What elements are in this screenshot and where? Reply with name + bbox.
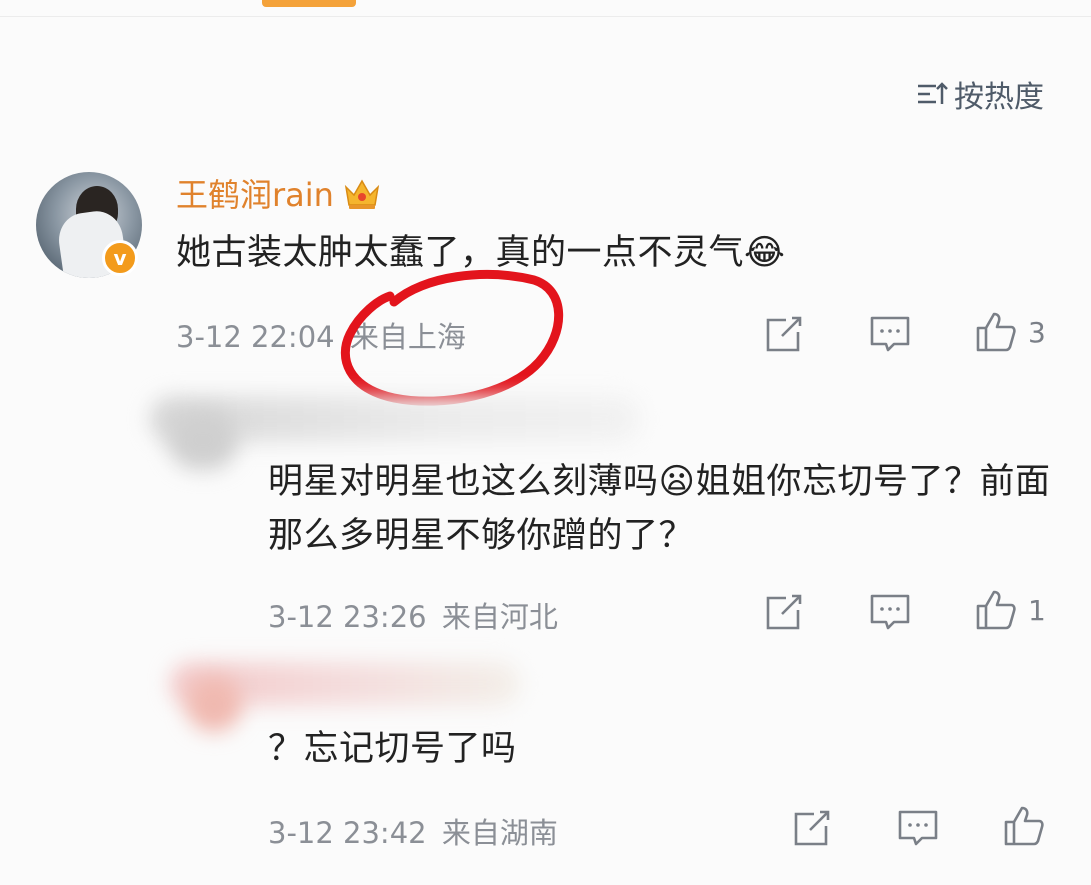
sort-by-hot-button[interactable]: 按热度 [916, 74, 1044, 115]
thumbs-up-icon [976, 312, 1016, 352]
comment-icon [870, 316, 910, 352]
reply-button[interactable] [868, 312, 912, 356]
like-button[interactable]: 1 [974, 588, 1046, 632]
like-button[interactable] [1002, 804, 1056, 848]
comment-icon [870, 594, 910, 630]
like-button[interactable]: 3 [974, 310, 1046, 354]
reply-location: 来自河北 [441, 600, 558, 634]
like-count: 1 [1028, 593, 1046, 627]
comment-time: 3-12 22:04 [176, 320, 335, 354]
verified-badge-icon: v [102, 240, 138, 276]
reply-location: 来自湖南 [441, 816, 558, 850]
top-divider [0, 16, 1091, 17]
share-icon [794, 810, 830, 846]
sort-label: 按热度 [954, 80, 1044, 115]
blurred-avatar [168, 410, 238, 470]
share-icon [766, 594, 802, 630]
active-tab-indicator [262, 0, 356, 7]
comment-meta: 3-12 22:04 来自上海 [176, 314, 466, 356]
comment-icon [898, 810, 938, 846]
reply-text: 明星对明星也这么刻薄吗😦姐姐你忘切号了？前面那么多明星不够你蹭的了？ [268, 462, 1051, 556]
reply-time: 3-12 23:42 [268, 816, 427, 850]
like-count: 3 [1028, 315, 1046, 349]
share-icon [766, 316, 802, 352]
reply-time: 3-12 23:26 [268, 600, 427, 634]
reply-button[interactable] [868, 590, 912, 634]
reply-meta: 3-12 23:26 来自河北 [268, 594, 558, 636]
reply-text: ？忘记切号了吗 [268, 729, 517, 769]
comment-location: 来自上海 [349, 320, 466, 354]
crown-icon [344, 179, 380, 209]
blurred-avatar [186, 676, 242, 732]
share-button[interactable] [762, 312, 806, 356]
thumbs-up-icon [976, 590, 1016, 630]
comment-text: 她古装太肿太蠢了，真的一点不灵气😂 [176, 233, 786, 273]
reply-button[interactable] [896, 806, 940, 850]
sort-icon [918, 82, 948, 104]
share-button[interactable] [790, 806, 834, 850]
reply-meta: 3-12 23:42 来自湖南 [268, 810, 558, 852]
username[interactable]: 王鹤润rain [176, 170, 382, 216]
share-button[interactable] [762, 590, 806, 634]
thumbs-up-icon [1004, 806, 1044, 846]
